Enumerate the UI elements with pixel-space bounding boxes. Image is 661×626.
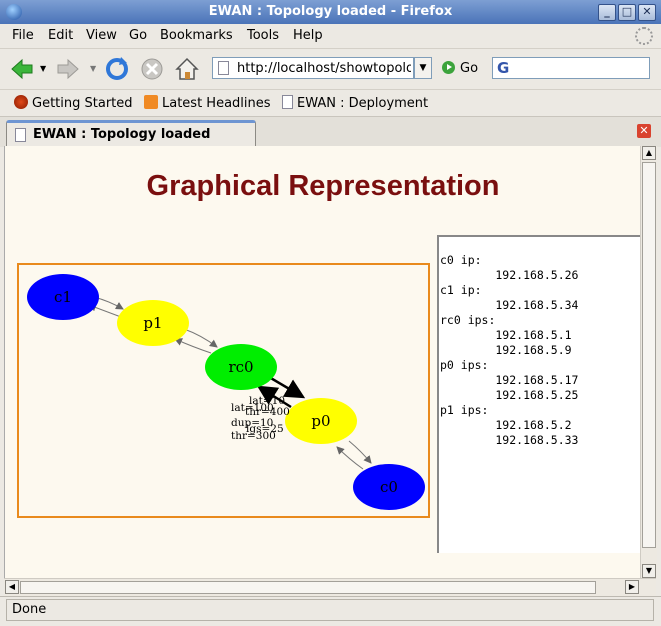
page-icon bbox=[218, 61, 229, 75]
ip-line: c1 ip: bbox=[440, 283, 482, 297]
node-label-c1: c1 bbox=[54, 288, 72, 306]
node-label-p0: p0 bbox=[311, 412, 330, 430]
edge-p1-rc0 bbox=[183, 328, 218, 348]
ip-line: p1 ips: bbox=[440, 403, 489, 417]
forward-dropdown-icon[interactable]: ▼ bbox=[90, 64, 96, 73]
ip-line: p0 ips: bbox=[440, 358, 489, 372]
ip-line: 192.168.5.25 bbox=[440, 388, 579, 402]
ip-line: 192.168.5.26 bbox=[440, 268, 579, 282]
bookmark-label: EWAN : Deployment bbox=[297, 96, 429, 111]
minimize-button[interactable]: _ bbox=[598, 4, 616, 21]
window-titlebar: EWAN : Topology loaded - Firefox _ □ ✕ bbox=[0, 0, 661, 24]
vertical-scrollbar[interactable]: ▲ ▼ bbox=[640, 146, 657, 578]
google-icon: G bbox=[497, 59, 510, 77]
maximize-button[interactable]: □ bbox=[618, 4, 636, 21]
menu-edit[interactable]: Edit bbox=[48, 28, 73, 43]
page-icon bbox=[15, 128, 26, 142]
search-field[interactable]: G bbox=[492, 57, 650, 79]
ip-line: c0 ip: bbox=[440, 253, 482, 267]
node-label-c0: c0 bbox=[380, 478, 398, 496]
page-content: Graphical Representation c1 p1 rc0 p0 c0… bbox=[4, 146, 641, 578]
horizontal-scroll-thumb[interactable] bbox=[20, 581, 596, 594]
ip-line: 192.168.5.33 bbox=[440, 433, 579, 447]
bookmark-latest-headlines[interactable]: Latest Headlines bbox=[144, 95, 271, 111]
go-button[interactable]: Go bbox=[442, 61, 478, 76]
vertical-scroll-thumb[interactable] bbox=[642, 162, 656, 548]
menu-file[interactable]: File bbox=[12, 28, 34, 43]
back-dropdown-icon[interactable]: ▼ bbox=[40, 64, 46, 73]
rss-icon bbox=[144, 95, 158, 109]
url-dropdown-button[interactable]: ▼ bbox=[414, 57, 432, 79]
back-button[interactable] bbox=[8, 55, 36, 83]
menu-bookmarks[interactable]: Bookmarks bbox=[160, 28, 233, 43]
menu-go[interactable]: Go bbox=[129, 28, 147, 43]
bookmarks-toolbar: Getting Started Latest Headlines EWAN : … bbox=[0, 89, 661, 117]
topology-svg: c1 p1 rc0 p0 c0 lat=10 thr=400 lgs=25 la… bbox=[27, 274, 425, 510]
node-label-p1: p1 bbox=[143, 314, 162, 332]
node-label-rc0: rc0 bbox=[228, 358, 253, 376]
firefox-icon bbox=[14, 95, 28, 109]
edge-rc0-p1 bbox=[174, 338, 212, 354]
ip-line: 192.168.5.34 bbox=[440, 298, 579, 312]
scroll-down-button[interactable]: ▼ bbox=[642, 564, 656, 578]
edge-label: thr=300 bbox=[231, 430, 276, 442]
status-text: Done bbox=[12, 602, 47, 617]
home-button[interactable] bbox=[173, 55, 201, 83]
edge-label: dup=10 bbox=[231, 417, 273, 429]
ip-line: 192.168.5.1 bbox=[440, 328, 572, 342]
stop-button[interactable] bbox=[138, 55, 166, 83]
close-tab-icon[interactable]: ✕ bbox=[637, 124, 651, 138]
menu-help[interactable]: Help bbox=[293, 28, 323, 43]
ip-line: 192.168.5.2 bbox=[440, 418, 572, 432]
menu-tools[interactable]: Tools bbox=[247, 28, 279, 43]
status-bar: Done bbox=[0, 596, 661, 626]
url-field[interactable]: http://localhost/showtopology bbox=[212, 57, 414, 79]
topology-graph: c1 p1 rc0 p0 c0 lat=10 thr=400 lgs=25 la… bbox=[17, 263, 430, 518]
bookmark-ewan-deployment[interactable]: EWAN : Deployment bbox=[282, 95, 428, 111]
edge-label: lat=100 bbox=[231, 402, 274, 414]
bookmark-label: Latest Headlines bbox=[162, 96, 271, 111]
bookmark-label: Getting Started bbox=[32, 96, 133, 111]
ip-line: rc0 ips: bbox=[440, 313, 496, 327]
scroll-left-button[interactable]: ◀ bbox=[5, 580, 19, 594]
reload-button[interactable] bbox=[103, 55, 131, 83]
page-icon bbox=[282, 95, 293, 109]
url-text[interactable]: http://localhost/showtopology bbox=[237, 61, 411, 76]
menu-bar: File Edit View Go Bookmarks Tools Help bbox=[0, 24, 661, 48]
throbber-icon bbox=[635, 27, 653, 45]
tab-label: EWAN : Topology loaded bbox=[33, 127, 211, 142]
menu-view[interactable]: View bbox=[86, 28, 117, 43]
scroll-right-button[interactable]: ▶ bbox=[625, 580, 639, 594]
page-heading: Graphical Representation bbox=[146, 170, 500, 202]
ip-address-panel: c0 ip: 192.168.5.26 c1 ip: 192.168.5.34 … bbox=[437, 235, 641, 553]
tab-strip: EWAN : Topology loaded ✕ bbox=[0, 116, 661, 147]
edge-p0-c0 bbox=[348, 440, 372, 464]
edge-rc0-p0 bbox=[268, 375, 306, 399]
horizontal-scrollbar[interactable]: ◀ ▶ bbox=[4, 578, 656, 596]
window-title: EWAN : Topology loaded - Firefox bbox=[208, 4, 453, 19]
close-window-button[interactable]: ✕ bbox=[638, 4, 656, 21]
ip-line: 192.168.5.9 bbox=[440, 343, 572, 357]
go-label: Go bbox=[460, 61, 479, 76]
forward-button[interactable] bbox=[54, 55, 82, 83]
bookmark-getting-started[interactable]: Getting Started bbox=[14, 95, 133, 111]
scroll-up-button[interactable]: ▲ bbox=[642, 146, 656, 160]
status-frame bbox=[6, 599, 654, 621]
tab-ewan-topology[interactable]: EWAN : Topology loaded bbox=[6, 120, 256, 147]
navigation-toolbar: ▼ ▼ http://localhost/showtopology ▼ Go G bbox=[0, 48, 661, 89]
go-icon bbox=[442, 61, 455, 74]
ip-line: 192.168.5.17 bbox=[440, 373, 579, 387]
